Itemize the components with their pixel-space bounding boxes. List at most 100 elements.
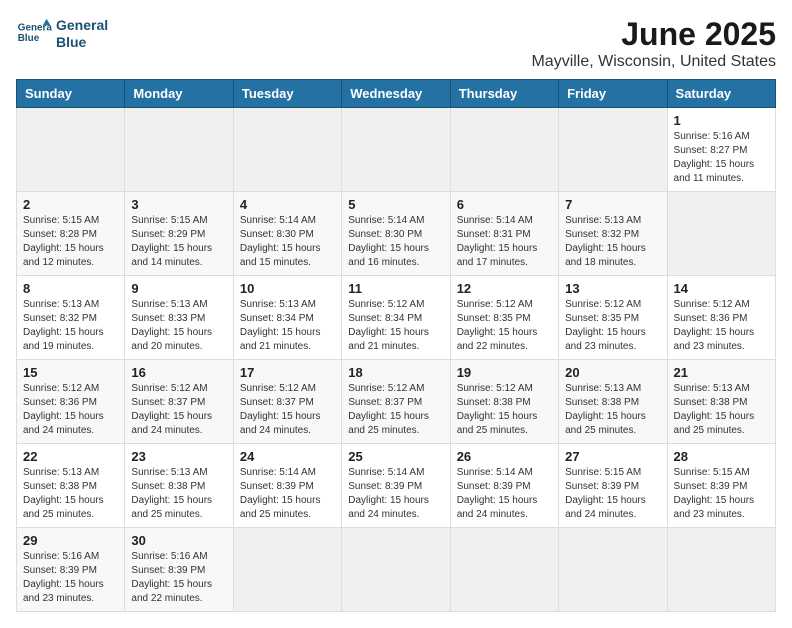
day-number: 3 <box>131 197 226 212</box>
day-info: Sunrise: 5:14 AM Sunset: 8:39 PM Dayligh… <box>457 466 552 522</box>
calendar-cell <box>233 528 341 612</box>
calendar-cell <box>17 108 125 192</box>
day-number: 11 <box>348 281 443 296</box>
day-info: Sunrise: 5:13 AM Sunset: 8:38 PM Dayligh… <box>131 466 226 522</box>
week-row-4: 15 Sunrise: 5:12 AM Sunset: 8:36 PM Dayli… <box>17 360 776 444</box>
day-number: 17 <box>240 365 335 380</box>
day-info: Sunrise: 5:13 AM Sunset: 8:32 PM Dayligh… <box>23 298 118 354</box>
day-info: Sunrise: 5:13 AM Sunset: 8:32 PM Dayligh… <box>565 214 660 270</box>
day-info: Sunrise: 5:14 AM Sunset: 8:30 PM Dayligh… <box>348 214 443 270</box>
column-header-tuesday: Tuesday <box>233 80 341 108</box>
calendar-cell: 28 Sunrise: 5:15 AM Sunset: 8:39 PM Dayli… <box>667 444 775 528</box>
logo: General Blue General Blue <box>16 16 108 52</box>
calendar-cell <box>667 528 775 612</box>
day-info: Sunrise: 5:15 AM Sunset: 8:39 PM Dayligh… <box>565 466 660 522</box>
header-row: SundayMondayTuesdayWednesdayThursdayFrid… <box>17 80 776 108</box>
calendar-cell: 27 Sunrise: 5:15 AM Sunset: 8:39 PM Dayli… <box>559 444 667 528</box>
title-area: June 2025 Mayville, Wisconsin, United St… <box>531 16 776 71</box>
week-row-6: 29Sunrise: 5:16 AM Sunset: 8:39 PM Dayli… <box>17 528 776 612</box>
day-number: 28 <box>674 449 769 464</box>
calendar-cell: 8 Sunrise: 5:13 AM Sunset: 8:32 PM Daylig… <box>17 276 125 360</box>
day-info: Sunrise: 5:16 AM Sunset: 8:27 PM Dayligh… <box>674 130 769 186</box>
calendar-cell: 5Sunrise: 5:14 AM Sunset: 8:30 PM Daylig… <box>342 192 450 276</box>
day-number: 9 <box>131 281 226 296</box>
calendar-cell: 19 Sunrise: 5:12 AM Sunset: 8:38 PM Dayli… <box>450 360 558 444</box>
column-header-thursday: Thursday <box>450 80 558 108</box>
day-number: 8 <box>23 281 118 296</box>
column-header-friday: Friday <box>559 80 667 108</box>
day-number: 14 <box>674 281 769 296</box>
day-number: 7 <box>565 197 660 212</box>
day-info: Sunrise: 5:12 AM Sunset: 8:34 PM Dayligh… <box>348 298 443 354</box>
day-number: 22 <box>23 449 118 464</box>
day-number: 24 <box>240 449 335 464</box>
day-number: 30 <box>131 533 226 548</box>
week-row-2: 2 Sunrise: 5:15 AM Sunset: 8:28 PM Daylig… <box>17 192 776 276</box>
calendar-cell <box>450 528 558 612</box>
calendar-cell: 24 Sunrise: 5:14 AM Sunset: 8:39 PM Dayli… <box>233 444 341 528</box>
calendar-cell: 10 Sunrise: 5:13 AM Sunset: 8:34 PM Dayli… <box>233 276 341 360</box>
calendar-cell: 11 Sunrise: 5:12 AM Sunset: 8:34 PM Dayli… <box>342 276 450 360</box>
day-info: Sunrise: 5:16 AM Sunset: 8:39 PM Dayligh… <box>131 550 226 606</box>
location-title: Mayville, Wisconsin, United States <box>531 53 776 71</box>
day-number: 4 <box>240 197 335 212</box>
calendar-cell: 7 Sunrise: 5:13 AM Sunset: 8:32 PM Daylig… <box>559 192 667 276</box>
calendar-cell: 22Sunrise: 5:13 AM Sunset: 8:38 PM Dayli… <box>17 444 125 528</box>
calendar-cell: 14 Sunrise: 5:12 AM Sunset: 8:36 PM Dayli… <box>667 276 775 360</box>
day-info: Sunrise: 5:12 AM Sunset: 8:38 PM Dayligh… <box>457 382 552 438</box>
calendar-cell <box>559 528 667 612</box>
calendar-table: SundayMondayTuesdayWednesdayThursdayFrid… <box>16 79 776 612</box>
day-info: Sunrise: 5:12 AM Sunset: 8:36 PM Dayligh… <box>674 298 769 354</box>
calendar-cell: 13Sunrise: 5:12 AM Sunset: 8:35 PM Dayli… <box>559 276 667 360</box>
calendar-cell: 25Sunrise: 5:14 AM Sunset: 8:39 PM Dayli… <box>342 444 450 528</box>
day-number: 20 <box>565 365 660 380</box>
day-info: Sunrise: 5:13 AM Sunset: 8:38 PM Dayligh… <box>565 382 660 438</box>
calendar-cell: 15 Sunrise: 5:12 AM Sunset: 8:36 PM Dayli… <box>17 360 125 444</box>
week-row-1: 1 Sunrise: 5:16 AM Sunset: 8:27 PM Daylig… <box>17 108 776 192</box>
day-number: 23 <box>131 449 226 464</box>
day-number: 15 <box>23 365 118 380</box>
calendar-cell <box>233 108 341 192</box>
logo-text-line1: General <box>56 17 108 34</box>
calendar-cell: 9Sunrise: 5:13 AM Sunset: 8:33 PM Daylig… <box>125 276 233 360</box>
column-header-wednesday: Wednesday <box>342 80 450 108</box>
day-info: Sunrise: 5:15 AM Sunset: 8:28 PM Dayligh… <box>23 214 118 270</box>
calendar-cell <box>342 108 450 192</box>
day-info: Sunrise: 5:13 AM Sunset: 8:34 PM Dayligh… <box>240 298 335 354</box>
calendar-cell: 30 Sunrise: 5:16 AM Sunset: 8:39 PM Dayli… <box>125 528 233 612</box>
day-info: Sunrise: 5:12 AM Sunset: 8:37 PM Dayligh… <box>348 382 443 438</box>
day-info: Sunrise: 5:15 AM Sunset: 8:39 PM Dayligh… <box>674 466 769 522</box>
day-number: 12 <box>457 281 552 296</box>
day-number: 25 <box>348 449 443 464</box>
day-number: 27 <box>565 449 660 464</box>
day-number: 26 <box>457 449 552 464</box>
week-row-5: 22 Sunrise: 5:13 AM Sunset: 8:38 PM Dayli… <box>17 444 776 528</box>
day-info: Sunrise: 5:16 AM Sunset: 8:39 PM Dayligh… <box>23 550 118 606</box>
column-header-sunday: Sunday <box>17 80 125 108</box>
day-info: Sunrise: 5:14 AM Sunset: 8:39 PM Dayligh… <box>240 466 335 522</box>
day-number: 13 <box>565 281 660 296</box>
month-title: June 2025 <box>531 16 776 53</box>
calendar-cell <box>450 108 558 192</box>
calendar-cell: 18 Sunrise: 5:12 AM Sunset: 8:37 PM Dayli… <box>342 360 450 444</box>
calendar-cell: 29Sunrise: 5:16 AM Sunset: 8:39 PM Dayli… <box>17 528 125 612</box>
day-number: 2 <box>23 197 118 212</box>
day-number: 1 <box>674 113 769 128</box>
day-number: 10 <box>240 281 335 296</box>
day-info: Sunrise: 5:12 AM Sunset: 8:35 PM Dayligh… <box>457 298 552 354</box>
calendar-cell: 12 Sunrise: 5:12 AM Sunset: 8:35 PM Dayli… <box>450 276 558 360</box>
day-info: Sunrise: 5:12 AM Sunset: 8:36 PM Dayligh… <box>23 382 118 438</box>
logo-icon: General Blue <box>16 16 52 52</box>
calendar-cell <box>125 108 233 192</box>
calendar-cell: 26 Sunrise: 5:14 AM Sunset: 8:39 PM Dayli… <box>450 444 558 528</box>
calendar-cell: 20 Sunrise: 5:13 AM Sunset: 8:38 PM Dayli… <box>559 360 667 444</box>
calendar-cell: 16Sunrise: 5:12 AM Sunset: 8:37 PM Dayli… <box>125 360 233 444</box>
calendar-cell: 2 Sunrise: 5:15 AM Sunset: 8:28 PM Daylig… <box>17 192 125 276</box>
day-number: 6 <box>457 197 552 212</box>
day-number: 19 <box>457 365 552 380</box>
day-number: 21 <box>674 365 769 380</box>
day-info: Sunrise: 5:12 AM Sunset: 8:37 PM Dayligh… <box>240 382 335 438</box>
week-row-3: 8 Sunrise: 5:13 AM Sunset: 8:32 PM Daylig… <box>17 276 776 360</box>
day-info: Sunrise: 5:13 AM Sunset: 8:38 PM Dayligh… <box>674 382 769 438</box>
day-number: 18 <box>348 365 443 380</box>
